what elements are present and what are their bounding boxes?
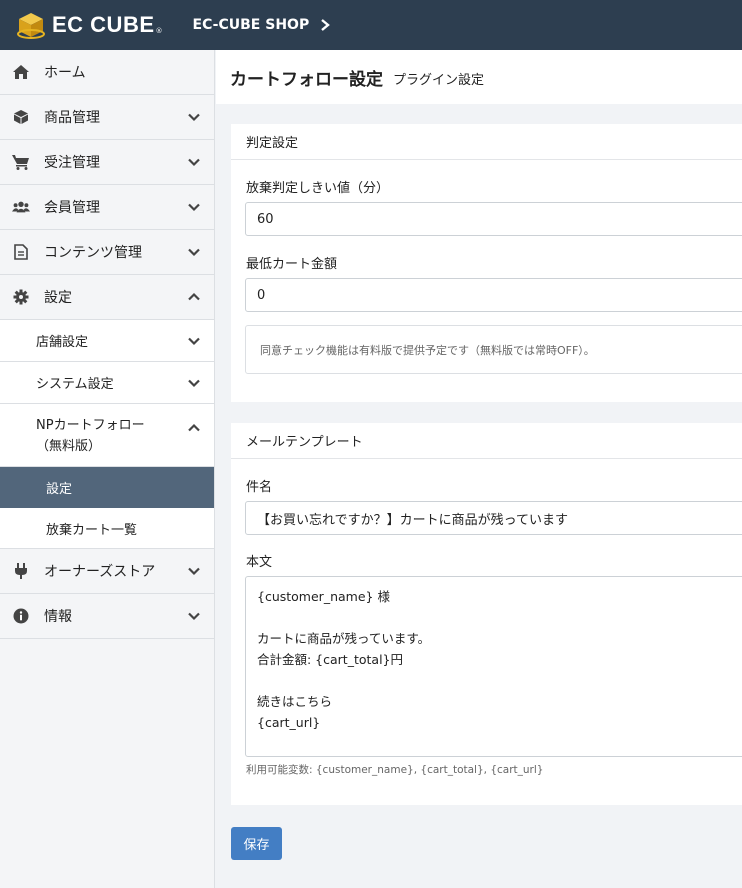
mail-template-card: メールテンプレート 件名 【お買い忘れですか？】カートに商品が残っています 本文…	[231, 423, 742, 805]
sidebar-subsubitem-label: 放棄カート一覧	[46, 522, 138, 538]
shop-name-link[interactable]: EC-CUBE SHOP	[193, 17, 310, 33]
card-heading: 判定設定	[231, 124, 742, 160]
sidebar-item-label: 商品管理	[44, 110, 100, 126]
sidebar-item-contents[interactable]: コンテンツ管理	[0, 230, 214, 275]
chevron-down-icon	[188, 111, 200, 123]
cube-icon	[12, 108, 30, 126]
users-icon	[12, 198, 30, 216]
sidebar-item-label: オーナーズストア	[44, 564, 156, 580]
sidebar-item-owners-store[interactable]: オーナーズストア	[0, 549, 214, 594]
home-icon	[12, 63, 30, 81]
sidebar-subsubitem-settings[interactable]: 設定	[0, 467, 214, 508]
sidebar-item-label: 設定	[44, 290, 72, 306]
card-heading: メールテンプレート	[231, 423, 742, 459]
sidebar-item-label: 受注管理	[44, 155, 100, 171]
sidebar-item-orders[interactable]: 受注管理	[0, 140, 214, 185]
subject-input[interactable]: 【お買い忘れですか？】カートに商品が残っています	[245, 501, 742, 535]
consent-notice: 同意チェック機能は有料版で提供予定です（無料版では常時OFF）。	[245, 325, 742, 374]
cube-logo-icon	[16, 10, 46, 40]
page-header: カートフォロー設定 プラグイン設定	[216, 50, 742, 104]
threshold-input[interactable]: 60	[245, 202, 742, 236]
sidebar-subitem-np-cart-follow[interactable]: NPカートフォロー（無料版）	[0, 404, 214, 467]
threshold-label: 放棄判定しきい値（分）	[246, 181, 390, 196]
variables-hint: 利用可能変数: {customer_name}, {cart_total}, {…	[246, 764, 544, 776]
sidebar-item-info[interactable]: 情報	[0, 594, 214, 639]
page-subtitle: プラグイン設定	[393, 72, 485, 88]
sidebar-subsubitem-abandoned-carts[interactable]: 放棄カート一覧	[0, 508, 214, 549]
top-header: EC CUBE ® EC-CUBE SHOP	[0, 0, 742, 50]
page-title: カートフォロー設定	[230, 69, 383, 90]
sidebar-item-label: コンテンツ管理	[44, 245, 142, 261]
sidebar-item-settings[interactable]: 設定	[0, 275, 214, 320]
chevron-down-icon	[188, 156, 200, 168]
sidebar-item-label: ホーム	[44, 65, 86, 81]
sidebar-subitem-shop-settings[interactable]: 店舗設定	[0, 320, 214, 362]
min-amount-label: 最低カート金額	[246, 257, 338, 272]
logo[interactable]: EC CUBE ®	[16, 0, 163, 50]
chevron-down-icon	[188, 201, 200, 213]
chevron-down-icon	[188, 610, 200, 622]
sidebar-item-home[interactable]: ホーム	[0, 50, 214, 95]
sidebar-item-members[interactable]: 会員管理	[0, 185, 214, 230]
sidebar-item-label: 会員管理	[44, 200, 100, 216]
cart-icon	[12, 153, 30, 171]
body-textarea[interactable]: {customer_name} 様 カートに商品が残っています。 合計金額: {…	[245, 576, 742, 757]
chevron-down-icon	[188, 335, 200, 347]
sidebar: ホーム 商品管理 受注管理 会員管理 コンテンツ管理 設定 店舗設定 システム設…	[0, 50, 215, 888]
sidebar-subitem-label: NPカートフォロー（無料版）	[36, 418, 145, 454]
body-label: 本文	[246, 555, 273, 570]
subject-label: 件名	[246, 480, 273, 495]
logo-text: EC CUBE	[52, 12, 155, 37]
logo-registered: ®	[155, 27, 163, 35]
gear-icon	[12, 288, 30, 306]
sidebar-item-label: 情報	[44, 609, 72, 625]
chevron-down-icon	[188, 377, 200, 389]
plug-icon	[12, 562, 30, 580]
sidebar-subitem-system-settings[interactable]: システム設定	[0, 362, 214, 404]
chevron-right-icon[interactable]	[319, 18, 331, 32]
judgement-settings-card: 判定設定 放棄判定しきい値（分） 60 最低カート金額 0 同意チェック機能は有…	[231, 124, 742, 402]
chevron-down-icon	[188, 565, 200, 577]
main-content: カートフォロー設定 プラグイン設定 判定設定 放棄判定しきい値（分） 60 最低…	[216, 50, 742, 888]
sidebar-subitem-label: 店舗設定	[36, 335, 89, 350]
chevron-up-icon	[188, 420, 200, 432]
sidebar-subsubitem-label: 設定	[46, 482, 73, 497]
save-button[interactable]: 保存	[231, 827, 282, 860]
chevron-up-icon	[188, 291, 200, 303]
min-amount-input[interactable]: 0	[245, 278, 742, 312]
file-icon	[12, 243, 30, 261]
sidebar-item-products[interactable]: 商品管理	[0, 95, 214, 140]
info-icon	[12, 607, 30, 625]
chevron-down-icon	[188, 246, 200, 258]
sidebar-subitem-label: システム設定	[36, 377, 114, 392]
